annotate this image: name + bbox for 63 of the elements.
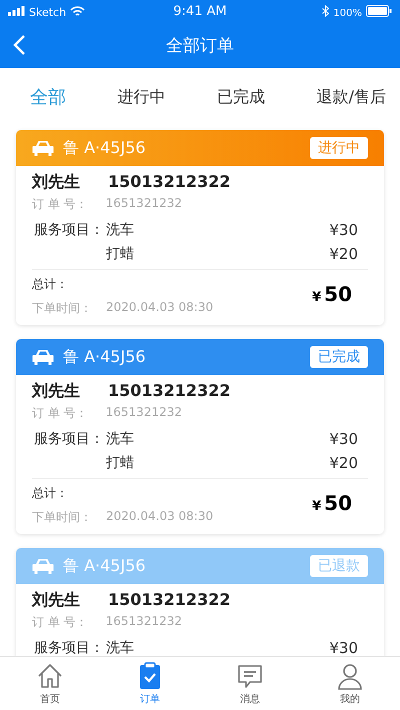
services-label: 服务项目： <box>34 430 105 449</box>
customer-name: 刘先生 <box>32 172 80 193</box>
car-icon <box>32 139 54 157</box>
service-price: ¥20 <box>329 454 358 472</box>
phone-number: 15013212322 <box>108 381 230 402</box>
tab-bar-item[interactable]: 订单 <box>100 657 200 710</box>
plate-number: 鲁 A·45J56 <box>63 138 147 158</box>
tab-bar-item[interactable]: 消息 <box>200 657 300 710</box>
order-number: 1651321232 <box>106 196 182 212</box>
order-number-label: 订 单 号： <box>32 405 88 422</box>
order-number: 1651321232 <box>106 614 182 630</box>
filter-tab[interactable]: 退款/售后 <box>312 82 390 112</box>
total-label: 总计： <box>32 485 68 502</box>
order-number-label: 订 单 号： <box>32 614 88 631</box>
service-price: ¥30 <box>329 430 358 448</box>
phone-number: 15013212322 <box>108 590 230 611</box>
order-card[interactable]: 鲁 A·45J56 已退款 刘先生 15013212322 订 单 号： 1651321232 服务项目：洗车 ¥30 <box>16 548 384 656</box>
filter-tab[interactable]: 进行中 <box>114 82 170 112</box>
tab-bar-item[interactable]: 我的 <box>300 657 400 710</box>
person-icon <box>335 661 365 691</box>
order-time: 2020.04.03 08:30 <box>106 300 214 316</box>
total-amount: 50 <box>324 491 352 515</box>
plate-number: 鲁 A·45J56 <box>63 346 147 368</box>
order-number: 1651321232 <box>106 405 182 421</box>
order-card[interactable]: 鲁 A·45J56 进行中 刘先生 15013212322 订 单 号： 1651321232 服务项目：洗车 ¥30 打蜡 ¥20 总计： ¥50 下单时间： 2020.04.03 08:30 <box>16 130 384 325</box>
car-icon <box>32 557 54 575</box>
total-amount: 50 <box>324 282 352 306</box>
status-badge: 已退款 <box>310 555 368 577</box>
bluetooth-icon <box>322 5 330 17</box>
filter-tab[interactable]: 已完成 <box>213 82 270 112</box>
status-time: 9:41 AM <box>173 4 227 18</box>
car-icon <box>32 348 54 366</box>
service-name: 打蜡 <box>106 454 134 472</box>
carrier-name: Sketch <box>29 6 66 16</box>
service-name: 打蜡 <box>106 245 134 263</box>
services-label: 服务项目： <box>34 221 105 240</box>
order-time-label: 下单时间： <box>32 300 92 317</box>
order-number-label: 订 单 号： <box>32 196 88 213</box>
back-icon[interactable] <box>12 34 26 56</box>
service-price: ¥30 <box>329 639 358 656</box>
service-name: 洗车 <box>106 639 134 656</box>
battery-icon <box>366 5 392 17</box>
customer-name: 刘先生 <box>32 590 80 611</box>
total-label: 总计： <box>32 276 68 293</box>
currency-sign: ¥ <box>312 290 322 305</box>
phone-number: 15013212322 <box>108 172 230 193</box>
currency-sign: ¥ <box>312 499 322 514</box>
order-time: 2020.04.03 08:30 <box>106 509 214 525</box>
tab-bar-item[interactable]: 首页 <box>0 657 100 710</box>
wifi-icon <box>70 6 86 16</box>
service-price: ¥20 <box>329 245 358 263</box>
page-title: 全部订单 <box>166 34 234 56</box>
status-badge: 进行中 <box>310 137 368 159</box>
signal-icon <box>8 6 25 16</box>
status-badge: 已完成 <box>310 346 368 368</box>
service-name: 洗车 <box>106 430 134 448</box>
service-name: 洗车 <box>106 221 134 239</box>
plate-number: 鲁 A·45J56 <box>63 556 147 576</box>
customer-name: 刘先生 <box>32 381 80 402</box>
order-time-label: 下单时间： <box>32 509 92 526</box>
service-price: ¥30 <box>329 221 358 239</box>
services-label: 服务项目： <box>34 639 105 656</box>
order-card[interactable]: 鲁 A·45J56 已完成 刘先生 15013212322 订 单 号： 1651321232 服务项目：洗车 ¥30 打蜡 ¥20 总计： ¥50 下单时间： 2020.04.03 08:30 <box>16 339 384 534</box>
